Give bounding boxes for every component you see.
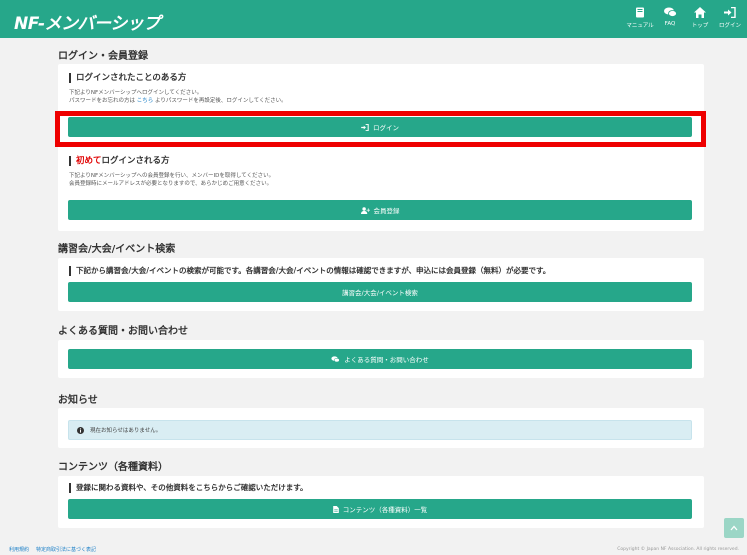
- nav-faq-label: FAQ: [664, 21, 676, 27]
- new-user-heading-text: ログインされる方: [101, 156, 170, 166]
- document-icon: [332, 505, 339, 513]
- copyright: Copyright © Japan NF Association. All ri…: [617, 547, 739, 552]
- home-icon: [693, 5, 707, 19]
- password-reset-link[interactable]: こちら: [137, 98, 154, 104]
- new-user-description: 下記よりNFメンバーシップへの会員登録を行い、メンバーIDを取得してください。 …: [69, 172, 274, 188]
- chat-icon: [663, 5, 677, 19]
- news-notice: 現在お知らせはありません。: [68, 420, 692, 440]
- new-desc-line2: 会員登録時にメールアドレスが必要となりますので、あらかじめご用意ください。: [69, 181, 273, 187]
- chevron-up-icon: [730, 525, 738, 531]
- register-button-label: 会員登録: [373, 207, 400, 215]
- book-icon: [633, 5, 647, 19]
- event-search-button[interactable]: 講習会/大会/イベント検索: [68, 282, 692, 302]
- news-card: 現在お知らせはありません。: [58, 408, 704, 448]
- news-section-title: お知らせ: [58, 395, 98, 406]
- desc-text: よりパスワードを再設定後、ログインしてください。: [153, 98, 287, 104]
- nav-top[interactable]: トップ: [689, 5, 711, 29]
- news-notice-text: 現在お知らせはありません。: [90, 428, 162, 434]
- login-button-label: ログイン: [373, 124, 399, 132]
- login-button[interactable]: ログイン: [68, 117, 692, 137]
- nav-manual[interactable]: マニュアル: [626, 5, 654, 29]
- header-nav: マニュアル FAQ トップ ログイン: [626, 5, 741, 29]
- contents-card: 登録に関わる資料や、その他資料をこちらからご確認いただけます。 コンテンツ（各種…: [58, 476, 704, 528]
- contents-list-button-label: コンテンツ（各種資料）一覧: [342, 506, 428, 514]
- faq-section-title: よくある質問・お問い合わせ: [58, 326, 188, 337]
- existing-user-description: 下記よりNFメンバーシップへログインしてください。 パスワードをお忘れの方は こ…: [69, 89, 287, 105]
- login-icon: [361, 123, 369, 131]
- nav-faq[interactable]: FAQ: [659, 5, 681, 29]
- existing-user-heading: ログインされたことのある方: [69, 73, 186, 83]
- register-button[interactable]: 会員登録: [68, 200, 692, 220]
- existing-desc-line2: パスワードをお忘れの方は こちら よりパスワードを再設定後、ログインしてください…: [69, 97, 287, 105]
- add-user-icon: [360, 206, 370, 214]
- desc-text: パスワードをお忘れの方は: [69, 98, 137, 104]
- login-card: ログインされたことのある方 下記よりNFメンバーシップへログインしてください。 …: [58, 64, 704, 231]
- contents-list-button[interactable]: コンテンツ（各種資料）一覧: [68, 499, 692, 519]
- events-section-title: 講習会/大会/イベント検索: [58, 244, 176, 255]
- footer-links: 利用規約 特定商取引法に基づく表記: [9, 546, 96, 553]
- events-heading: 下記から講習会/大会/イベントの検索が可能です。各講習会/大会/イベントの情報は…: [69, 266, 550, 276]
- site-logo[interactable]: NF-メンバーシップ: [14, 9, 160, 34]
- scroll-to-top-button[interactable]: [724, 518, 744, 538]
- contents-section-title: コンテンツ（各種資料）: [58, 462, 168, 473]
- faq-contact-button[interactable]: よくある質問・お問い合わせ: [68, 349, 692, 369]
- event-search-button-label: 講習会/大会/イベント検索: [342, 289, 418, 297]
- events-card: 下記から講習会/大会/イベントの検索が可能です。各講習会/大会/イベントの情報は…: [58, 258, 704, 311]
- faq-card: よくある質問・お問い合わせ: [58, 340, 704, 378]
- nav-login-label: ログイン: [719, 23, 742, 29]
- faq-contact-button-label: よくある質問・お問い合わせ: [344, 356, 429, 364]
- new-user-heading-emphasis: 初めて: [76, 156, 102, 166]
- login-section-title: ログイン・会員登録: [58, 51, 148, 62]
- login-icon: [723, 5, 737, 19]
- contents-heading: 登録に関わる資料や、その他資料をこちらからご確認いただけます。: [69, 483, 308, 493]
- nav-top-label: トップ: [691, 23, 709, 29]
- existing-desc-line1: 下記よりNFメンバーシップへログインしてください。: [69, 90, 203, 96]
- info-icon: [77, 426, 84, 434]
- top-header: NF-メンバーシップ マニュアル FAQ トップ ログイン: [0, 0, 747, 38]
- chat-icon: [331, 355, 340, 362]
- commercial-law-link[interactable]: 特定商取引法に基づく表記: [36, 546, 96, 553]
- nav-manual-label: マニュアル: [626, 23, 654, 29]
- terms-link[interactable]: 利用規約: [9, 546, 29, 553]
- new-user-heading: 初めてログインされる方: [69, 156, 170, 166]
- new-desc-line1: 下記よりNFメンバーシップへの会員登録を行い、メンバーIDを取得してください。: [69, 173, 275, 179]
- nav-login[interactable]: ログイン: [719, 5, 741, 29]
